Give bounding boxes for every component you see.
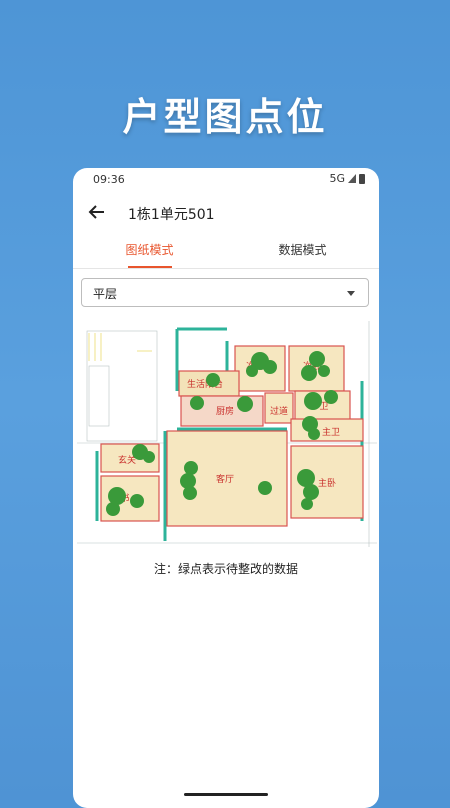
room-label: 过道	[270, 405, 288, 417]
floor-select[interactable]: 平层	[81, 278, 369, 307]
issue-marker[interactable]	[246, 365, 258, 377]
issue-marker[interactable]	[258, 481, 272, 495]
page-title: 1栋1单元501	[128, 207, 215, 223]
network-label: 5G	[329, 172, 345, 185]
issue-marker[interactable]	[183, 486, 197, 500]
issue-marker[interactable]	[190, 396, 204, 410]
status-time: 09:36	[93, 173, 125, 186]
floor-select-value: 平层	[93, 287, 118, 301]
issue-marker[interactable]	[106, 502, 120, 516]
tab-drawing-mode[interactable]: 图纸模式	[73, 236, 226, 268]
issue-marker[interactable]	[206, 373, 220, 387]
issue-marker[interactable]	[301, 365, 317, 381]
home-indicator	[184, 793, 268, 796]
issue-marker[interactable]	[318, 365, 330, 377]
room-label: 客厅	[216, 473, 234, 485]
signal-icon	[348, 174, 356, 183]
status-bar: 09:36 5G	[73, 168, 379, 192]
issue-marker[interactable]	[304, 392, 322, 410]
issue-marker[interactable]	[143, 451, 155, 463]
chevron-down-icon	[347, 291, 355, 296]
tab-data-mode[interactable]: 数据模式	[226, 236, 379, 268]
legend-note: 注：绿点表示待整改的数据	[153, 562, 298, 576]
issue-marker[interactable]	[324, 390, 338, 404]
phone-screen: 09:36 5G 1栋1单元501 图纸模式 数据模式 平层 生活阳台 厨房 过…	[73, 168, 379, 808]
app-bar: 1栋1单元501	[73, 198, 379, 228]
status-icons: 5G	[329, 172, 365, 185]
tab-bar: 图纸模式 数据模式	[73, 236, 379, 269]
issue-marker[interactable]	[309, 351, 325, 367]
issue-marker[interactable]	[130, 494, 144, 508]
room-label: 主卧	[318, 477, 336, 489]
battery-icon	[359, 173, 365, 184]
issue-marker[interactable]	[308, 428, 320, 440]
issue-marker[interactable]	[184, 461, 198, 475]
issue-marker[interactable]	[263, 360, 277, 374]
back-arrow-icon[interactable]	[85, 200, 109, 224]
room-label: 主卫	[322, 426, 340, 438]
issue-marker[interactable]	[108, 487, 126, 505]
floorplan-image[interactable]: 次卧 次卧 生活阳台 厨房 过道 卫 主卫 玄关 客厅 主卧 书	[77, 321, 377, 547]
room-label: 厨房	[216, 405, 234, 417]
issue-marker[interactable]	[303, 484, 319, 500]
promo-title: 户型图点位	[122, 95, 328, 139]
active-tab-indicator	[128, 266, 172, 268]
issue-marker[interactable]	[237, 396, 253, 412]
issue-marker[interactable]	[301, 498, 313, 510]
